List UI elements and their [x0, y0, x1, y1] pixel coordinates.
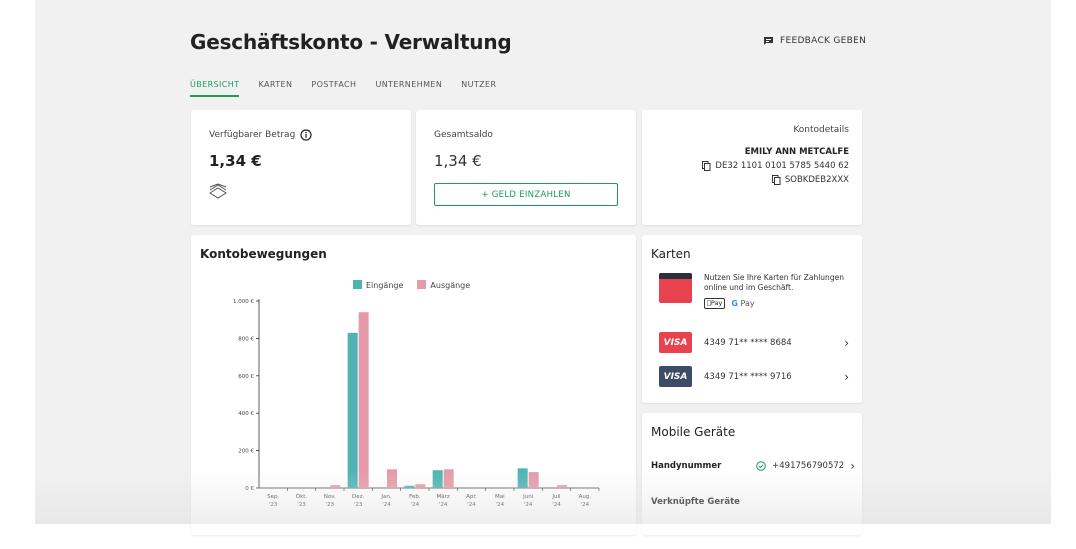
- card-item-8684[interactable]: VISA 4349 71** **** 8684 ›: [659, 332, 849, 353]
- x-tick-label-year: '24: [581, 502, 590, 508]
- bar-incoming: [347, 332, 358, 488]
- apple-pay-badge: Pay: [704, 298, 726, 309]
- bar-outgoing: [443, 469, 454, 488]
- x-tick-label-month: Juni: [522, 494, 534, 500]
- total-balance-card: Gesamtsaldo 1,34 € + GELD EINZAHLEN: [416, 110, 636, 225]
- x-tick-label-year: '24: [411, 502, 420, 508]
- deposit-money-button[interactable]: + GELD EINZAHLEN: [434, 183, 618, 206]
- check-circle-icon: [756, 461, 766, 471]
- y-tick-label: 200 €: [238, 449, 254, 455]
- bic-value: SOBKDEB2XXX: [784, 175, 849, 185]
- x-tick-label-month: Sep.: [267, 494, 279, 500]
- bar-incoming: [517, 468, 528, 488]
- bar-incoming: [432, 470, 443, 488]
- cards-title: Karten: [651, 247, 691, 261]
- visa-logo-icon: VISA: [659, 366, 692, 387]
- x-tick-label-month: Jan.: [380, 494, 391, 500]
- google-pay-badge: G Pay: [727, 299, 754, 308]
- bar-outgoing: [330, 485, 341, 488]
- copy-icon[interactable]: [702, 161, 711, 171]
- available-amount-card: Verfügbarer Betrag 1,34 €: [191, 110, 411, 225]
- x-tick-label-year: '24: [439, 502, 448, 508]
- tab-company[interactable]: UNTERNEHMEN: [375, 80, 442, 97]
- bic-row[interactable]: SOBKDEB2XXX: [771, 175, 849, 185]
- y-tick-label: 400 €: [238, 411, 254, 417]
- x-tick-label-year: '24: [524, 502, 533, 508]
- y-tick-label: 800 €: [238, 336, 254, 342]
- y-tick-label: 600 €: [238, 374, 254, 380]
- feedback-label: FEEDBACK GEBEN: [780, 36, 867, 46]
- copy-icon[interactable]: [771, 175, 781, 185]
- bar-outgoing: [358, 312, 369, 488]
- cards-card: Karten Nutzen Sie Ihre Karten für Zahlun…: [642, 235, 862, 403]
- tab-bar: ÜBERSICHT KARTEN POSTFACH UNTERNEHMEN NU…: [190, 80, 515, 97]
- available-amount-value: 1,34 €: [209, 152, 262, 170]
- card-number: 4349 71** **** 8684: [704, 337, 792, 348]
- google-icon: G: [727, 299, 738, 308]
- x-tick-label-year: '23: [297, 502, 306, 508]
- mobile-devices-card: Mobile Geräte Handynummer +491756790572 …: [642, 413, 862, 535]
- chevron-right-icon: ›: [844, 369, 849, 384]
- x-tick-label-year: '23: [354, 502, 363, 508]
- info-icon[interactable]: [300, 129, 312, 141]
- bar-outgoing: [387, 469, 397, 488]
- feedback-button[interactable]: FEEDBACK GEBEN: [763, 36, 866, 46]
- account-details-title: Kontodetails: [793, 125, 849, 135]
- account-details-card: Kontodetails EMILY ANN METCALFE DE32 110…: [642, 110, 862, 225]
- x-tick-label-year: '24: [552, 502, 561, 508]
- bar-outgoing: [415, 484, 426, 488]
- iban-value: DE32 1101 0101 5785 5440 62: [715, 161, 849, 171]
- phone-number-value: +491756790572: [772, 461, 845, 471]
- y-tick-label: 1.000 €: [233, 299, 254, 305]
- cards-promo-text: Nutzen Sie Ihre Karten für Zahlungen onl…: [704, 273, 844, 292]
- linked-devices-label: Verknüpfte Geräte: [651, 497, 740, 507]
- tab-users[interactable]: NUTZER: [461, 80, 496, 97]
- tab-cards[interactable]: KARTEN: [258, 80, 292, 97]
- available-amount-label: Verfügbarer Betrag: [209, 130, 296, 140]
- transactions-card: Kontobewegungen Eingänge Ausgänge 0 €200…: [191, 235, 636, 535]
- chevron-right-icon: ›: [844, 335, 849, 350]
- x-tick-label-month: März: [437, 494, 450, 500]
- transactions-chart: 0 € 200 € 400 € 600 € 800 € 1.000 € Sep. '23 Okt…: [233, 299, 600, 508]
- card-number: 4349 71** **** 9716: [704, 371, 792, 382]
- x-tick-label-month: Mai: [495, 494, 505, 500]
- phone-number-label: Handynummer: [651, 461, 722, 471]
- mobile-devices-title: Mobile Geräte: [651, 425, 736, 439]
- x-tick-label-month: Feb.: [409, 494, 421, 500]
- x-tick-label-month: Okt.: [296, 494, 308, 500]
- visa-logo-icon: VISA: [659, 332, 692, 353]
- iban-row[interactable]: DE32 1101 0101 5785 5440 62: [702, 161, 849, 171]
- x-tick-label-year: '24: [382, 502, 391, 508]
- x-tick-label-year: '23: [326, 502, 335, 508]
- x-tick-label-year: '23: [269, 502, 278, 508]
- chevron-right-icon: ›: [850, 459, 855, 473]
- tab-mailbox[interactable]: POSTFACH: [311, 80, 356, 97]
- feedback-icon: [764, 37, 773, 45]
- x-tick-label-month: Apr.: [466, 494, 477, 500]
- card-item-9716[interactable]: VISA 4349 71** **** 9716 ›: [659, 366, 849, 387]
- money-stack-icon: [209, 183, 227, 199]
- tab-overview[interactable]: ÜBERSICHT: [190, 80, 240, 97]
- card-promo-image: [659, 273, 692, 303]
- total-balance-value: 1,34 €: [434, 152, 482, 170]
- bar-outgoing: [557, 485, 567, 488]
- account-holder-name: EMILY ANN METCALFE: [744, 147, 849, 157]
- y-tick-label: 0 €: [245, 486, 254, 492]
- x-tick-label-year: '24: [496, 502, 505, 508]
- x-tick-label-month: Nov.: [324, 494, 336, 500]
- bar-incoming: [404, 485, 415, 488]
- x-tick-label-year: '24: [467, 502, 476, 508]
- x-tick-label-month: Juli: [551, 494, 561, 500]
- total-balance-label: Gesamtsaldo: [434, 130, 493, 140]
- page-title: Geschäftskonto - Verwaltung: [190, 30, 512, 54]
- x-tick-label-month: Aug.: [579, 494, 592, 500]
- phone-number-row[interactable]: Handynummer +491756790572 ›: [651, 459, 855, 473]
- x-tick-label-month: Dez.: [352, 494, 365, 500]
- bar-outgoing: [528, 472, 539, 488]
